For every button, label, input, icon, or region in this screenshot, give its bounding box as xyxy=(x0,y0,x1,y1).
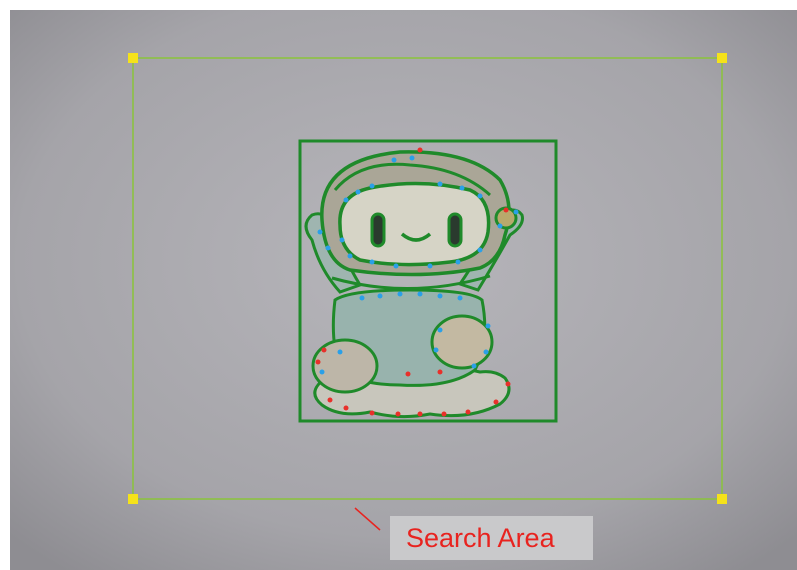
square-handle-icon[interactable] xyxy=(717,494,727,504)
square-handle-icon[interactable] xyxy=(128,494,138,504)
square-handle-icon[interactable] xyxy=(717,53,727,63)
square-handle-icon[interactable] xyxy=(128,53,138,63)
vision-canvas xyxy=(10,10,797,570)
search-area-label: Search Area xyxy=(390,516,593,560)
